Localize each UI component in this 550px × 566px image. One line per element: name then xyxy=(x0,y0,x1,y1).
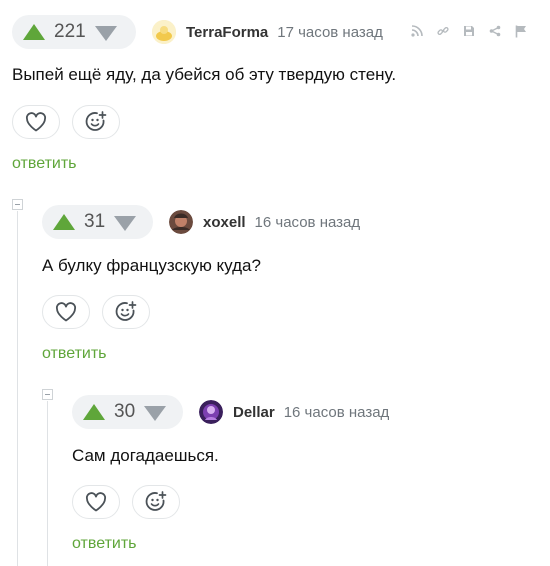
collapse-thread-button[interactable] xyxy=(42,389,53,400)
avatar-image xyxy=(169,210,193,234)
comment-time[interactable]: 16 часов назад xyxy=(284,404,390,421)
link-icon[interactable] xyxy=(437,25,449,39)
like-button[interactable] xyxy=(12,105,60,139)
collapse-thread-button[interactable] xyxy=(12,199,23,210)
comment-header: 31 xoxell 16 часов назад xyxy=(42,205,360,239)
like-button[interactable] xyxy=(42,295,90,329)
reply-link[interactable]: ответить xyxy=(72,535,137,553)
save-icon[interactable] xyxy=(463,25,475,39)
comment-time[interactable]: 16 часов назад xyxy=(255,214,361,231)
comment-time[interactable]: 17 часов назад xyxy=(277,24,383,41)
upvote-arrow-icon[interactable] xyxy=(23,24,45,40)
smiley-plus-icon xyxy=(115,301,137,321)
vote-box: 30 xyxy=(72,395,183,429)
heart-icon xyxy=(85,492,107,512)
avatar-image xyxy=(199,400,223,424)
rating-count: 31 xyxy=(84,211,106,232)
downvote-arrow-icon[interactable] xyxy=(114,215,137,231)
comment-header: 221 TerraForma 17 часов назад xyxy=(12,15,527,49)
avatar[interactable] xyxy=(152,20,176,44)
rss-icon[interactable] xyxy=(411,25,423,39)
comment-text: А булку французскую куда? xyxy=(42,256,261,275)
vote-box: 31 xyxy=(42,205,153,239)
vote-box: 221 xyxy=(12,15,136,49)
upvote-arrow-icon[interactable] xyxy=(53,214,75,230)
rating-count: 221 xyxy=(54,21,86,42)
add-reaction-button[interactable] xyxy=(102,295,150,329)
downvote-arrow-icon[interactable] xyxy=(144,405,167,421)
comment-text: Выпей ещё яду, да убейся об эту твердую … xyxy=(12,65,397,84)
reply-link[interactable]: ответить xyxy=(42,345,107,363)
add-reaction-button[interactable] xyxy=(72,105,120,139)
downvote-arrow-icon[interactable] xyxy=(94,25,117,41)
author-name[interactable]: xoxell xyxy=(203,214,246,231)
thread-line xyxy=(17,211,18,566)
add-reaction-button[interactable] xyxy=(132,485,180,519)
smiley-plus-icon xyxy=(145,491,167,511)
like-button[interactable] xyxy=(72,485,120,519)
heart-icon xyxy=(25,112,47,132)
comment-tools xyxy=(397,25,527,40)
comment-header: 30 Dellar 16 часов назад xyxy=(72,395,389,429)
author-name[interactable]: TerraForma xyxy=(186,24,268,41)
upvote-arrow-icon[interactable] xyxy=(83,404,105,420)
share-icon[interactable] xyxy=(489,25,501,39)
heart-icon xyxy=(55,302,77,322)
comment-text: Сам догадаешься. xyxy=(72,446,219,465)
thread-line xyxy=(47,401,48,566)
rating-count: 30 xyxy=(114,401,136,422)
flag-icon[interactable] xyxy=(515,25,527,40)
avatar[interactable] xyxy=(199,400,223,424)
author-name[interactable]: Dellar xyxy=(233,404,275,421)
reply-link[interactable]: ответить xyxy=(12,155,77,173)
avatar-image xyxy=(152,20,176,44)
avatar[interactable] xyxy=(169,210,193,234)
smiley-plus-icon xyxy=(85,111,107,131)
